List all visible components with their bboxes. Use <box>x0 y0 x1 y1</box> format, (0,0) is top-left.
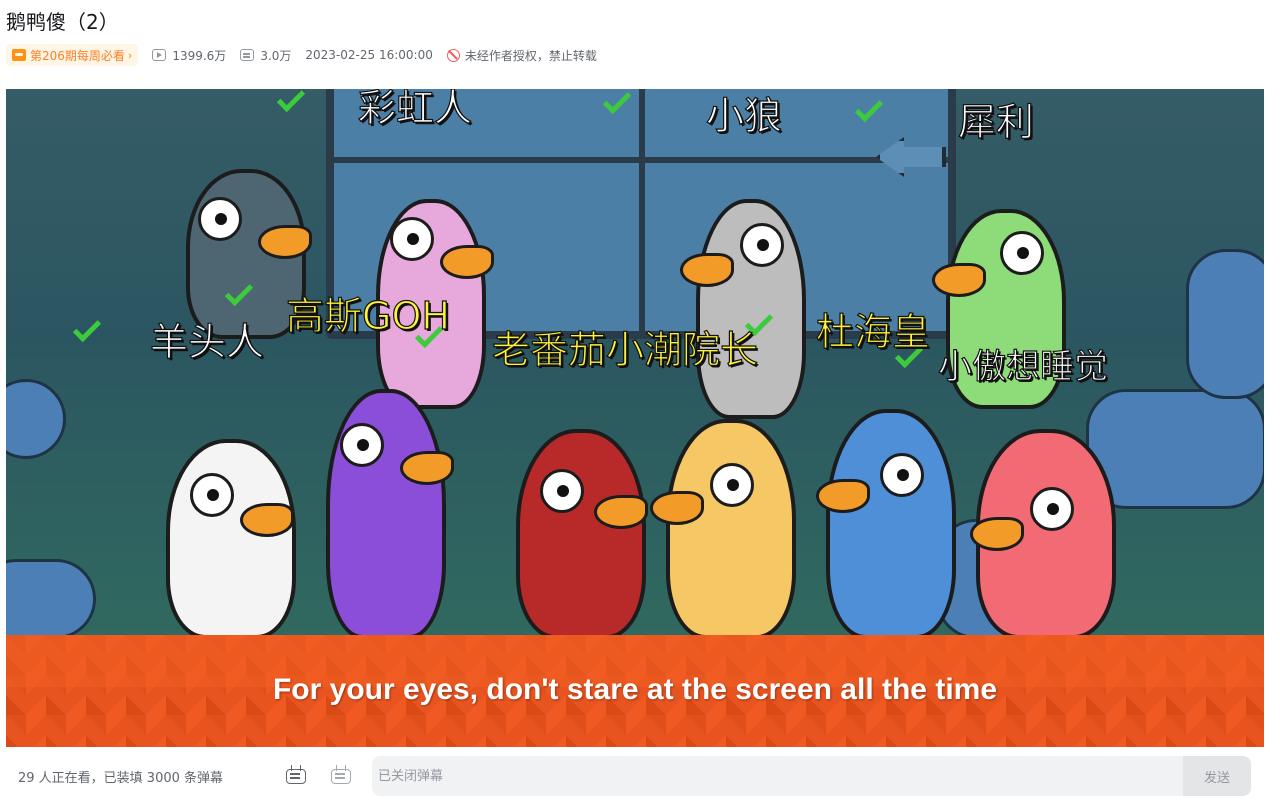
play-count-icon <box>152 49 167 61</box>
goose-character <box>816 409 956 635</box>
copyright-notice-text: 未经作者授权，禁止转载 <box>464 48 597 63</box>
goose-character <box>650 419 796 635</box>
calendar-icon <box>12 49 26 61</box>
chevron-right-icon: › <box>127 48 133 62</box>
no-repost-icon <box>446 48 460 62</box>
video-subtitle: For your eyes, don't stare at the screen… <box>272 673 998 706</box>
character-name-label: 老番茄小潮院长 <box>491 327 759 372</box>
goose-character <box>166 439 296 635</box>
goose-character <box>970 429 1116 635</box>
character-name-label: 犀利 <box>957 99 1035 144</box>
character-name-label: 彩虹人 <box>357 89 473 131</box>
viewer-count-text: 29 人正在看，已装填 3000 条弹幕 <box>18 771 224 786</box>
danmaku-count: 3.0万 <box>240 47 291 64</box>
character-name-label: 杜海皇 <box>815 309 931 354</box>
danmaku-bar: 29 人正在看，已装填 3000 条弹幕 发送 <box>0 752 1280 800</box>
danmaku-input[interactable] <box>372 756 1183 796</box>
copyright-notice: 未经作者授权，禁止转载 <box>446 47 597 64</box>
danmaku-count-value: 3.0万 <box>260 48 292 63</box>
checkmark-icon <box>276 89 306 113</box>
publish-time-value: 2023-02-25 16:00:00 <box>305 48 433 62</box>
character-name-label: 羊头人 <box>149 319 265 364</box>
goose-character <box>680 199 806 419</box>
publish-time: 2023-02-25 16:00:00 <box>305 48 432 62</box>
video-player[interactable]: 彩虹人 小狼 犀利 羊头人 高斯GOH 老番茄小潮院长 杜海皇 小傲想睡觉 Fo… <box>6 89 1264 747</box>
frame-rock <box>1086 389 1264 509</box>
view-count-value: 1399.6万 <box>172 48 227 63</box>
character-name-label: 高斯GOH <box>285 293 450 338</box>
video-frame[interactable]: 彩虹人 小狼 犀利 羊头人 高斯GOH 老番茄小潮院长 杜海皇 小傲想睡觉 <box>6 89 1264 635</box>
subtitle-band: For your eyes, don't stare at the screen… <box>6 635 1264 747</box>
character-name-label: 小狼 <box>705 93 783 138</box>
weekly-must-watch-badge[interactable]: 第206期每周必看 › <box>6 44 139 66</box>
character-name-label: 小傲想睡觉 <box>937 346 1108 387</box>
danmaku-on-icon[interactable] <box>285 765 307 787</box>
frame-rock <box>1186 249 1264 399</box>
weekly-badge-label: 第206期每周必看 <box>30 48 125 63</box>
view-count: 1399.6万 <box>152 47 226 64</box>
checkmark-icon <box>72 313 102 343</box>
frame-rock <box>6 379 66 459</box>
video-title: 鹅鸭傻（2） <box>6 10 119 34</box>
danmaku-off-icon[interactable] <box>330 765 352 787</box>
video-meta-row: 第206期每周必看 › 1399.6万 3.0万 2023-02-25 16:0… <box>6 44 597 66</box>
frame-rock <box>6 559 96 635</box>
goose-character <box>516 429 648 635</box>
goose-character <box>326 389 454 635</box>
danmaku-count-icon <box>240 49 255 61</box>
send-button[interactable]: 发送 <box>1183 756 1251 796</box>
